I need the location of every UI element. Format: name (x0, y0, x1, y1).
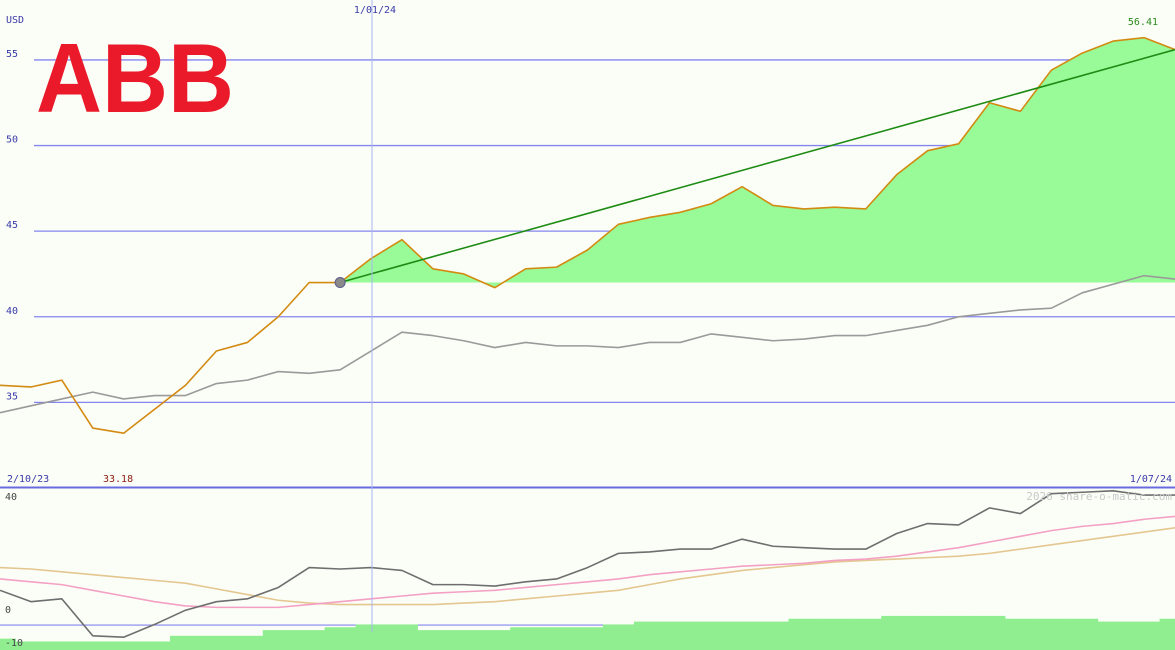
histogram-bar (695, 621, 728, 650)
abb-logo: ABB (36, 23, 234, 133)
histogram-bar (448, 630, 480, 650)
histogram-bar (1128, 621, 1161, 650)
indicator-tick-40: 40 (5, 492, 17, 503)
histogram-bar (262, 630, 295, 650)
histogram-bar (46, 641, 78, 650)
start-date-label: 2/10/23 (7, 474, 49, 485)
histogram-bar (1159, 618, 1175, 650)
histogram-bar (633, 621, 666, 650)
price-tick-35: 35 (6, 391, 18, 402)
histogram-bar (77, 641, 109, 650)
histogram-bar (912, 615, 944, 650)
low-price-label: 33.18 (103, 474, 133, 485)
histogram-bar (1035, 618, 1068, 650)
histogram-bar (602, 624, 635, 650)
histogram-bar (541, 627, 573, 650)
price-tick-45: 45 (6, 220, 18, 231)
histogram-bar (386, 624, 418, 650)
histogram-bar (479, 630, 511, 650)
marker-date-label: 1/01/24 (354, 5, 396, 16)
logo-text: ABB (36, 23, 234, 133)
histogram-bar (850, 618, 882, 650)
histogram-bar (108, 641, 140, 650)
watermark: 2026 share-o-matic.com (1026, 490, 1172, 503)
histogram-bar (139, 641, 171, 650)
histogram-bar (1097, 621, 1130, 650)
histogram-bar (974, 615, 1006, 650)
histogram-bar (1066, 618, 1099, 650)
histogram-bar (1004, 618, 1037, 650)
histogram-bar (757, 621, 789, 650)
high-price-label: 56.41 (1128, 17, 1158, 28)
price-tick-55: 55 (6, 49, 18, 60)
histogram-bar (170, 635, 202, 650)
indicator-tick--10: -10 (5, 638, 23, 649)
histogram-bar (510, 627, 542, 650)
histogram-bar (881, 615, 913, 650)
indicator-tick-0: 0 (5, 605, 11, 616)
histogram-bar (788, 618, 820, 650)
histogram-bar (572, 627, 604, 650)
histogram-bar (417, 630, 449, 650)
histogram-bar (231, 635, 264, 650)
price-tick-50: 50 (6, 135, 18, 146)
histogram-bar (355, 624, 388, 650)
histogram-bar (664, 621, 697, 650)
histogram-bar (943, 615, 975, 650)
end-date-label: 1/07/24 (1130, 474, 1172, 485)
stock-chart: ABB USD 1/01/24 56.41 2/10/23 33.18 1/07… (0, 0, 1175, 650)
trend-start-marker (334, 277, 346, 289)
currency-label: USD (6, 15, 24, 26)
histogram-bar (200, 635, 233, 650)
histogram-bar (819, 618, 851, 650)
price-tick-40: 40 (6, 306, 18, 317)
histogram-bar (324, 627, 357, 650)
histogram-bar (293, 630, 326, 650)
histogram-bar (726, 621, 759, 650)
